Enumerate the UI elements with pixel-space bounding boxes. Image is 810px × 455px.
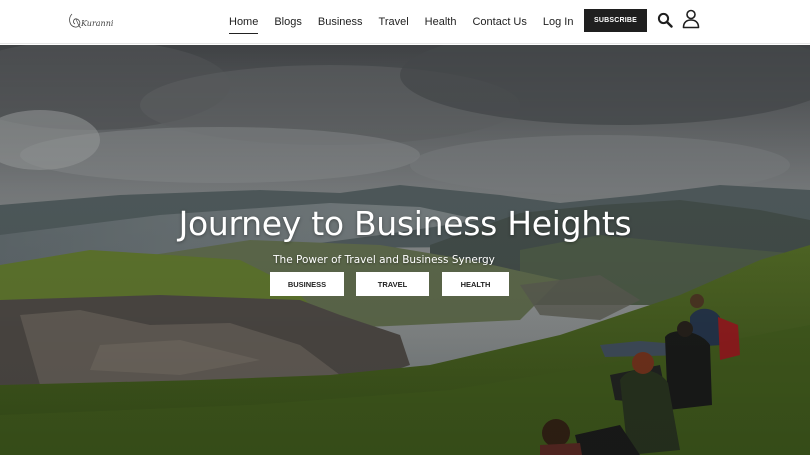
nav-log-in[interactable]: Log In xyxy=(543,13,574,31)
nav-home[interactable]: Home xyxy=(229,13,259,34)
nav-health[interactable]: Health xyxy=(425,13,457,31)
nav-blogs[interactable]: Blogs xyxy=(274,13,302,31)
travel-button[interactable]: TRAVEL xyxy=(356,272,429,296)
hero-category-buttons: BUSINESS TRAVEL HEALTH xyxy=(270,272,509,296)
nav-travel[interactable]: Travel xyxy=(379,13,409,31)
logo-text: Kuranni xyxy=(80,19,114,28)
subscribe-button[interactable]: SUBSCRIBE xyxy=(584,9,647,32)
hero-background-image xyxy=(0,45,810,455)
hero-subtitle: The Power of Travel and Business Synergy xyxy=(273,254,495,266)
nav-contact-us[interactable]: Contact Us xyxy=(472,13,526,31)
nav-business[interactable]: Business xyxy=(318,13,363,31)
hero-title: Journey to Business Heights xyxy=(178,204,632,243)
hero-section: Journey to Business Heights The Power of… xyxy=(0,45,810,455)
site-logo[interactable]: Kuranni xyxy=(66,8,118,34)
health-button[interactable]: HEALTH xyxy=(442,272,509,296)
site-header: Kuranni Home Blogs Business Travel Healt… xyxy=(0,0,810,44)
main-nav: Home Blogs Business Travel Health Contac… xyxy=(229,0,573,44)
business-button[interactable]: BUSINESS xyxy=(270,272,344,296)
search-icon[interactable] xyxy=(657,12,673,28)
user-icon[interactable] xyxy=(682,9,700,29)
